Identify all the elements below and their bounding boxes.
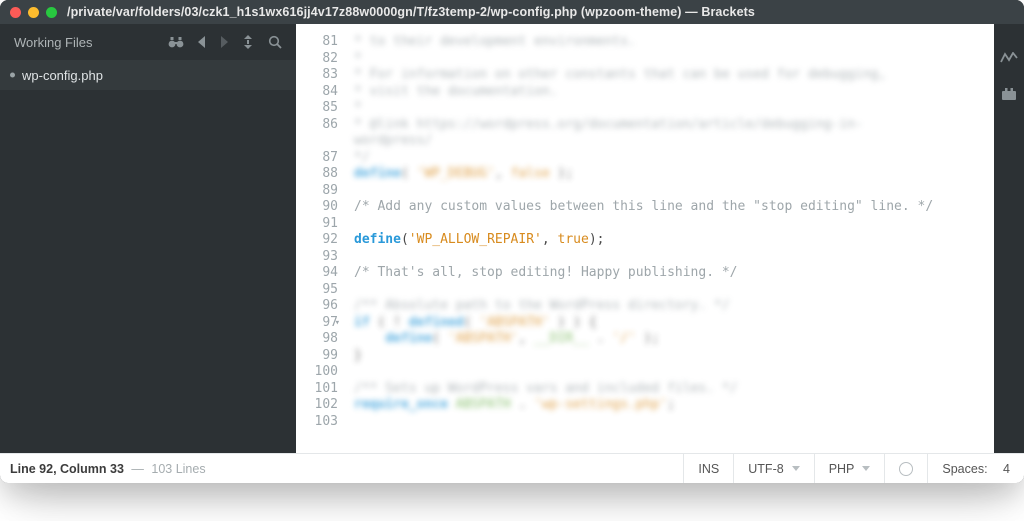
code-line[interactable]: * to their development environments. [354,34,982,51]
circle-icon [899,462,913,476]
code-line[interactable]: define( 'ABSPATH', __DIR__ . '/' ); [354,331,982,348]
code-line[interactable] [354,216,982,233]
line-number-gutter: 8182838485868788899091929394959697989910… [296,24,348,453]
nav-back-icon[interactable] [198,36,206,48]
code-line[interactable]: * [354,51,982,68]
main-area: Working Files [0,24,1024,453]
binoculars-icon[interactable] [168,36,184,48]
language-selector[interactable]: PHP [814,454,885,483]
code-line[interactable]: */ [354,150,982,167]
app-name: Brackets [701,5,755,19]
code-line[interactable]: } [354,348,982,365]
titlebar: /private/var/folders/03/czk1_h1s1wx616jj… [0,0,1024,24]
indent-settings[interactable]: Spaces: 4 [927,454,1024,483]
code-line[interactable]: wordpress/ [354,133,982,150]
close-window-button[interactable] [10,7,21,18]
total-lines-text: 103 Lines [151,462,205,476]
app-window: /private/var/folders/03/czk1_h1s1wx616jj… [0,0,1024,483]
lint-status[interactable] [884,454,927,483]
window-title: /private/var/folders/03/czk1_h1s1wx616jj… [67,5,755,19]
code-line[interactable]: /* That's all, stop editing! Happy publi… [354,265,982,282]
code-line[interactable] [354,249,982,266]
code-line[interactable]: if ( ! defined( 'ABSPATH' ) ) { [354,315,982,332]
nav-forward-icon[interactable] [220,36,228,48]
live-preview-icon[interactable] [1000,52,1018,67]
window-controls [10,7,57,18]
search-icon[interactable] [268,35,282,49]
split-view-icon[interactable] [242,35,254,49]
working-file-name: wp-config.php [22,68,103,83]
editor[interactable]: 8182838485868788899091929394959697989910… [296,24,1024,453]
code-line[interactable]: require_once ABSPATH . 'wp-settings.php'… [354,397,982,414]
code-line[interactable]: * [354,100,982,117]
cursor-position[interactable]: Line 92, Column 33 — 103 Lines [0,454,683,483]
code-line[interactable] [354,282,982,299]
code-line[interactable]: * visit the documentation. [354,84,982,101]
code-line[interactable]: * For information on other constants tha… [354,67,982,84]
sidebar-toolbar [168,35,282,49]
window-path: /private/var/folders/03/czk1_h1s1wx616jj… [67,5,682,19]
extensions-icon[interactable] [1001,87,1017,104]
encoding-selector[interactable]: UTF-8 [733,454,813,483]
working-files-header: Working Files [0,24,296,60]
minimize-window-button[interactable] [28,7,39,18]
code-line[interactable] [354,364,982,381]
code-area[interactable]: * to their development environments.** F… [348,24,994,453]
working-files-label: Working Files [14,35,168,50]
code-line[interactable]: define( 'WP_DEBUG', false ); [354,166,982,183]
status-bar: Line 92, Column 33 — 103 Lines INS UTF-8… [0,453,1024,483]
code-line[interactable] [354,183,982,200]
insert-mode-toggle[interactable]: INS [683,454,733,483]
code-line[interactable] [354,414,982,431]
cursor-position-text: Line 92, Column 33 [10,462,124,476]
code-line[interactable]: /** Sets up WordPress vars and included … [354,381,982,398]
sidebar: Working Files [0,24,296,453]
code-line[interactable]: /* Add any custom values between this li… [354,199,982,216]
code-line[interactable]: define('WP_ALLOW_REPAIR', true); [354,232,982,249]
right-toolbar [994,24,1024,453]
zoom-window-button[interactable] [46,7,57,18]
code-line[interactable]: * @link https://wordpress.org/documentat… [354,117,982,134]
working-file-item[interactable]: wp-config.php [0,60,296,90]
code-line[interactable]: /** Absolute path to the WordPress direc… [354,298,982,315]
